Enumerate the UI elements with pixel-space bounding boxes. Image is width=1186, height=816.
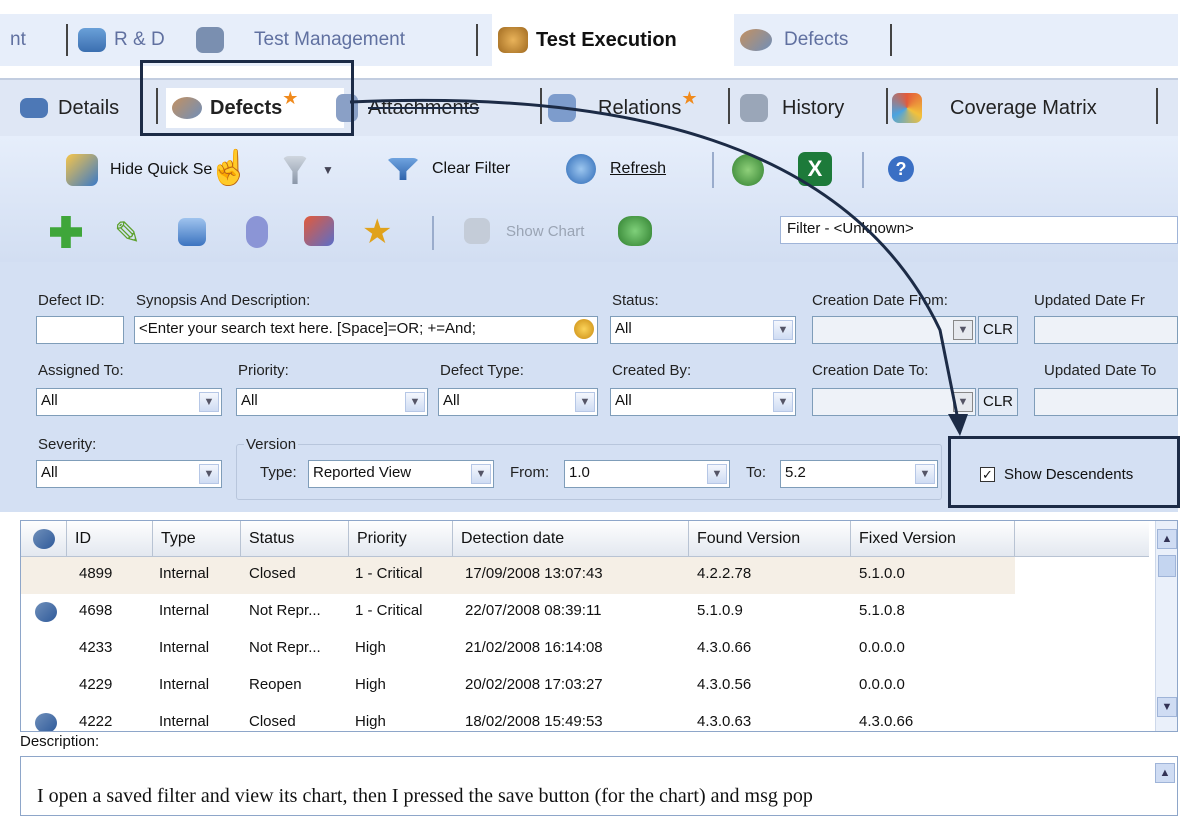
arrow-head — [948, 414, 968, 436]
arrow-path — [349, 98, 960, 421]
annotation-arrow — [349, 98, 968, 436]
